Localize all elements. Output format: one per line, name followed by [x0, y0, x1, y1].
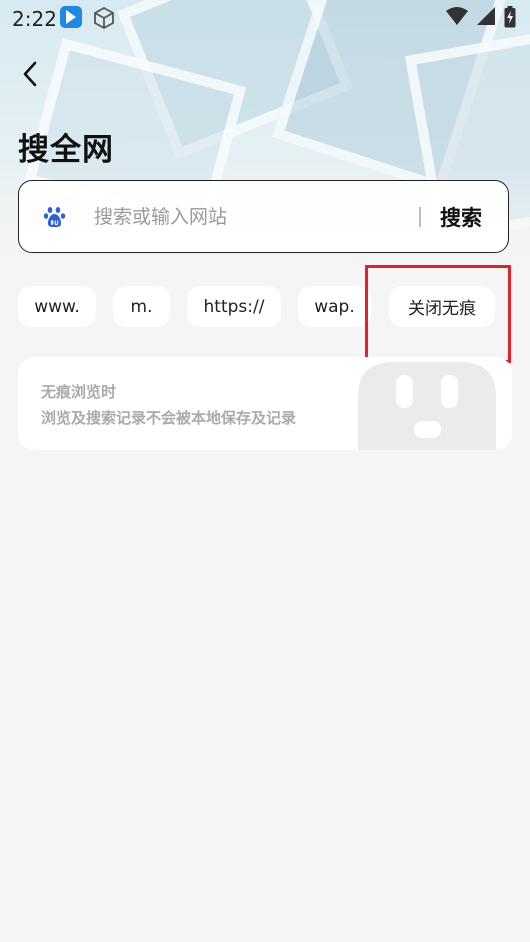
app-notification-icon	[60, 6, 82, 28]
page-title: 搜全网	[18, 132, 114, 168]
battery-charging-icon	[500, 6, 516, 28]
incognito-description: 浏览及搜索记录不会被本地保存及记录	[41, 409, 297, 427]
signal-icon	[473, 6, 500, 25]
prefix-chip-https[interactable]: https://	[187, 286, 281, 327]
incognito-title: 无痕浏览时	[41, 383, 117, 401]
incognito-info-card: 无痕浏览时 浏览及搜索记录不会被本地保存及记录	[18, 357, 512, 450]
status-bar: 2:22	[0, 0, 530, 36]
status-time: 2:22	[12, 7, 57, 31]
highlight-box	[365, 265, 511, 363]
back-button[interactable]	[16, 58, 48, 90]
ghost-icon	[358, 362, 496, 450]
search-divider	[419, 207, 421, 227]
package-icon	[92, 6, 116, 34]
prefix-chip-wap[interactable]: wap.	[298, 286, 371, 327]
search-input[interactable]	[94, 203, 404, 231]
prefix-chip-www[interactable]: www.	[18, 286, 96, 327]
wifi-icon	[442, 6, 473, 25]
prefix-chip-m[interactable]: m.	[113, 286, 170, 327]
chevron-left-icon	[23, 61, 37, 87]
baidu-paw-icon[interactable]	[43, 205, 67, 233]
search-box[interactable]: 搜索	[18, 180, 509, 253]
search-button[interactable]: 搜索	[440, 202, 482, 232]
